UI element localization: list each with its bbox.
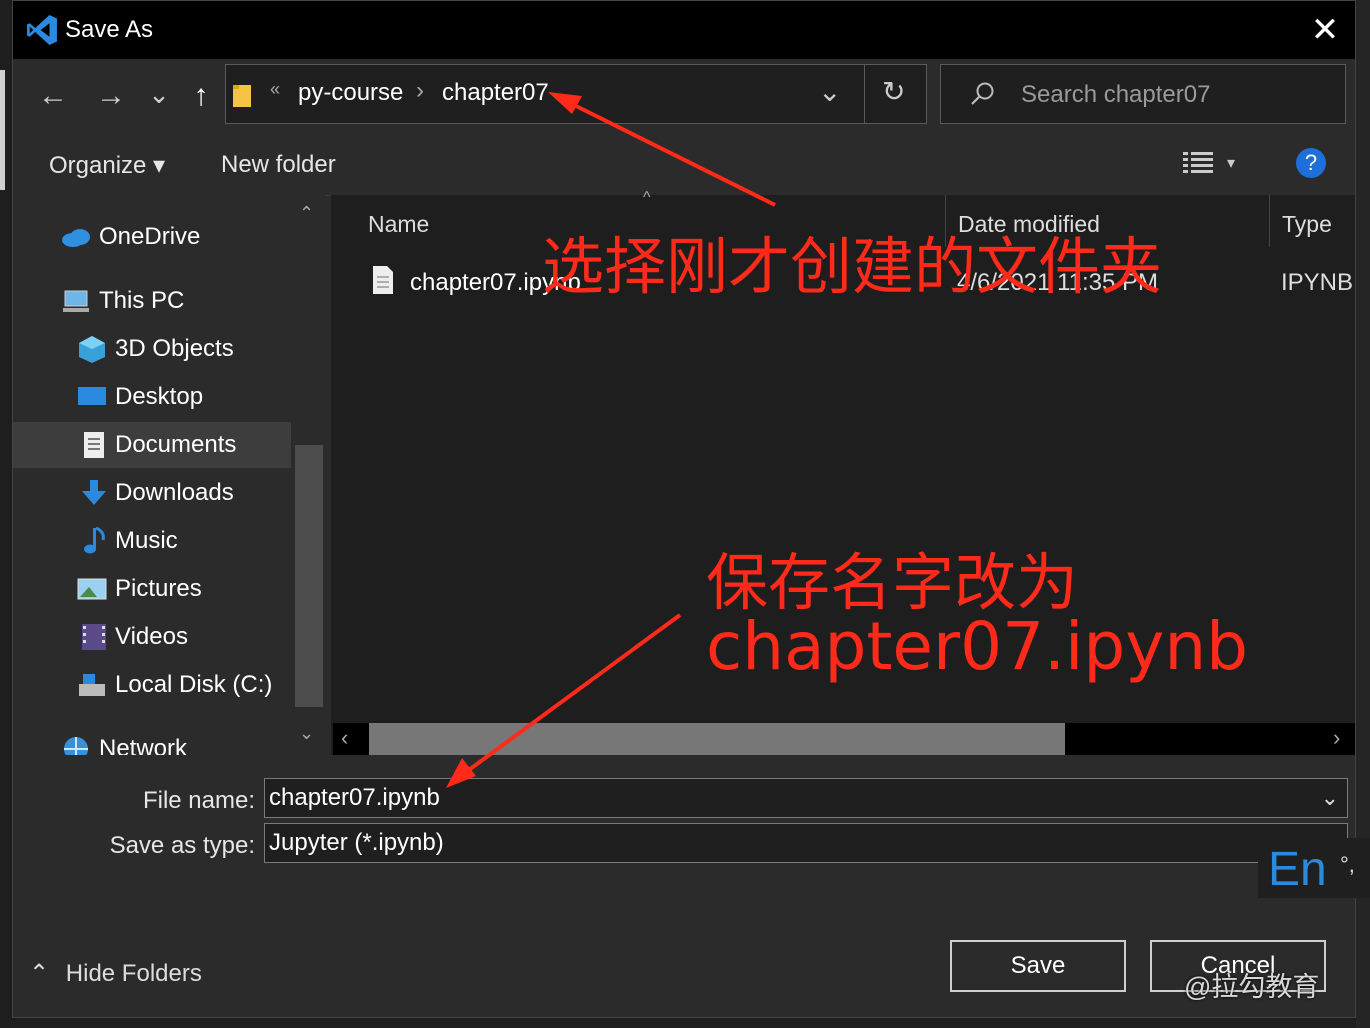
- chevron-up-icon: ⌃: [29, 960, 50, 987]
- watermark: @拉勾教育: [1184, 972, 1320, 1002]
- folder-icon: [233, 85, 251, 107]
- scroll-left-button[interactable]: ‹: [341, 725, 348, 751]
- desktop-icon: [78, 387, 106, 405]
- refresh-button[interactable]: ↻: [882, 75, 905, 108]
- music-icon: [84, 526, 105, 554]
- search-placeholder: Search chapter07: [1021, 81, 1211, 108]
- sidebar-item-this-pc[interactable]: This PC: [13, 278, 291, 324]
- sidebar-scroll-thumb[interactable]: [295, 445, 323, 707]
- vscode-icon: [27, 15, 57, 45]
- save-button[interactable]: Save: [950, 940, 1126, 992]
- sort-indicator: ^: [643, 189, 651, 206]
- sidebar-item-label: This PC: [99, 287, 185, 314]
- sidebar-item-label: Downloads: [115, 479, 234, 506]
- search-icon: [971, 82, 994, 105]
- help-button[interactable]: ?: [1296, 148, 1326, 178]
- annotation-select-folder: 选择刚才创建的文件夹: [542, 230, 1163, 303]
- breadcrumb-py-course[interactable]: py-course: [298, 79, 403, 107]
- sidebar-item-onedrive[interactable]: OneDrive: [13, 214, 291, 260]
- organize-menu[interactable]: Organize ▾: [49, 151, 165, 180]
- column-header-type[interactable]: Type: [1282, 211, 1332, 238]
- breadcrumb-overflow[interactable]: «: [270, 79, 280, 100]
- recent-locations-button[interactable]: ⌄: [139, 74, 179, 114]
- sidebar-item-videos[interactable]: Videos: [13, 614, 291, 660]
- downloads-icon: [82, 480, 106, 505]
- this-pc-icon: [63, 290, 89, 312]
- save-type-select[interactable]: Jupyter (*.ipynb) ⌄: [264, 823, 1348, 863]
- sidebar-item-label: Documents: [115, 431, 237, 458]
- ime-punctuation: °,: [1340, 852, 1355, 877]
- search-box[interactable]: Search chapter07: [940, 64, 1346, 124]
- pictures-icon: [77, 578, 107, 600]
- onedrive-icon: [62, 229, 90, 247]
- annotation-rename-line2: chapter07.ipynb: [706, 608, 1249, 685]
- file-icon: [373, 266, 393, 294]
- file-type: IPYNB F: [1281, 269, 1355, 296]
- navigation-pane: OneDrive This PC 3D Objects Desktop Docu…: [13, 195, 325, 762]
- new-folder-button[interactable]: New folder: [221, 151, 336, 179]
- scroll-down-button[interactable]: ⌄: [299, 723, 314, 744]
- sidebar-item-label: Local Disk (C:): [115, 671, 273, 698]
- address-bar[interactable]: « py-course › chapter07 ⌄ ↻: [225, 64, 927, 124]
- forward-button[interactable]: →: [91, 76, 131, 116]
- ime-language: En: [1268, 843, 1327, 896]
- back-button[interactable]: ←: [33, 76, 73, 116]
- breadcrumb-separator: ›: [416, 77, 424, 104]
- sidebar-item-label: Videos: [115, 623, 188, 650]
- scroll-right-button[interactable]: ›: [1333, 725, 1340, 751]
- address-dropdown-button[interactable]: ⌄: [818, 75, 841, 108]
- column-header-name[interactable]: Name: [368, 211, 429, 238]
- sidebar-item-label: Pictures: [115, 575, 202, 602]
- save-as-dialog: Save As ✕ ← → ⌄ ↑ « py-course › chapter0…: [12, 0, 1356, 1018]
- filename-input[interactable]: chapter07.ipynb ⌄: [264, 778, 1348, 818]
- videos-icon: [82, 624, 106, 650]
- hide-folders-button[interactable]: ⌃ Hide Folders: [29, 959, 202, 988]
- horizontal-scroll-thumb[interactable]: [369, 723, 1065, 755]
- sidebar-item-desktop[interactable]: Desktop: [13, 374, 291, 420]
- save-type-label: Save as type:: [109, 832, 255, 859]
- details-view-icon[interactable]: [1183, 151, 1213, 175]
- filename-label: File name:: [142, 787, 255, 814]
- sidebar-item-label: Desktop: [115, 383, 204, 410]
- window-title: Save As: [65, 16, 154, 43]
- title-bar: Save As ✕: [13, 1, 1355, 59]
- scroll-up-button[interactable]: ⌃: [299, 203, 314, 224]
- hide-folders-label: Hide Folders: [65, 960, 202, 987]
- toolbar: Organize ▾ New folder ▾ ?: [13, 133, 1355, 196]
- sidebar-item-downloads[interactable]: Downloads: [13, 470, 291, 516]
- editor-left-edge: [0, 70, 5, 190]
- up-button[interactable]: ↑: [181, 76, 221, 116]
- documents-icon: [84, 432, 104, 458]
- sidebar-item-documents[interactable]: Documents: [13, 422, 291, 468]
- sidebar-item-pictures[interactable]: Pictures: [13, 566, 291, 612]
- sidebar-item-local-disk[interactable]: Local Disk (C:): [13, 662, 291, 708]
- save-type-value: Jupyter (*.ipynb): [269, 829, 444, 856]
- view-options-arrow[interactable]: ▾: [1227, 153, 1235, 173]
- sidebar-item-label: 3D Objects: [115, 335, 234, 362]
- filename-value: chapter07.ipynb: [269, 784, 440, 811]
- sidebar-item-label: OneDrive: [99, 223, 201, 250]
- sidebar-item-music[interactable]: Music: [13, 518, 291, 564]
- sidebar-item-3d-objects[interactable]: 3D Objects: [13, 326, 291, 372]
- sidebar-item-label: Music: [115, 527, 178, 554]
- 3d-objects-icon: [79, 336, 105, 363]
- disk-icon: [79, 674, 105, 696]
- chevron-down-icon[interactable]: ⌄: [1321, 779, 1339, 817]
- ime-indicator: En °,: [1258, 838, 1370, 898]
- close-button[interactable]: ✕: [1303, 9, 1347, 51]
- breadcrumb-chapter07[interactable]: chapter07: [442, 79, 549, 107]
